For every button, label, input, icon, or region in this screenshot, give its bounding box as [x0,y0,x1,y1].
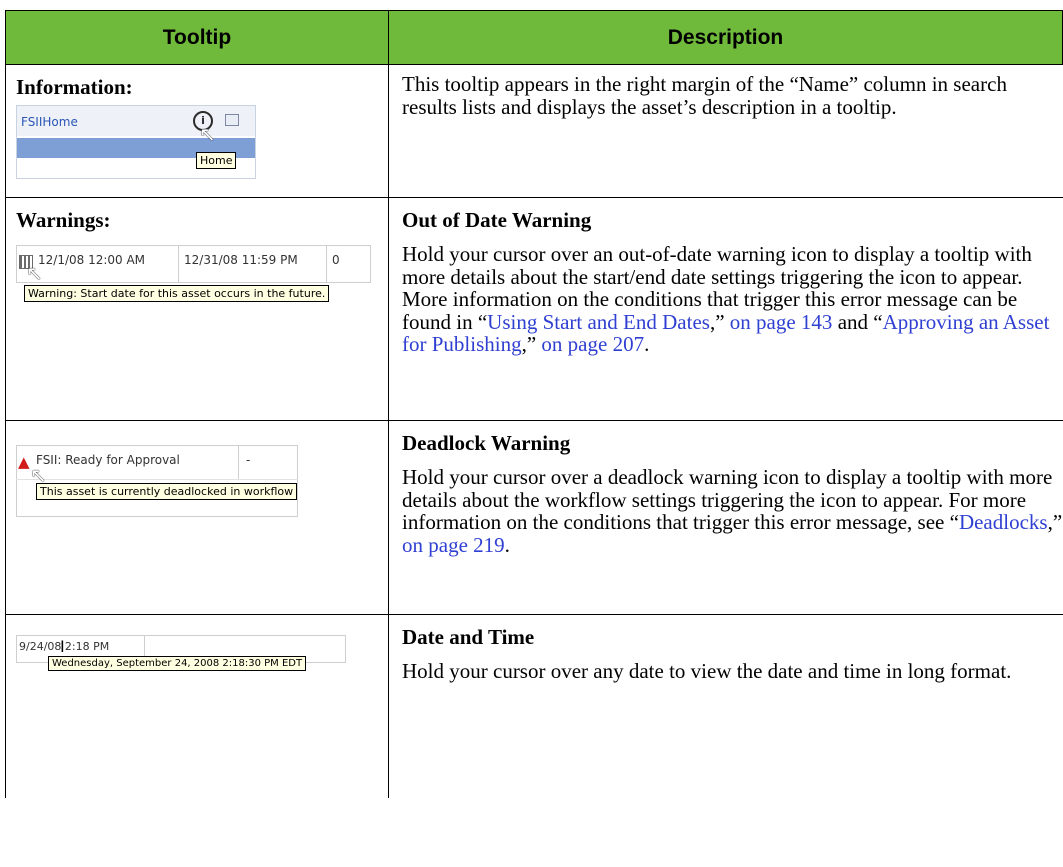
description-cell: Out of Date Warning Hold your cursor ove… [389,198,1063,420]
tooltip-table: Tooltip Description Information: FSIIHom… [5,10,1063,798]
cursor-icon: ↖ [199,122,216,146]
header-description: Description [667,25,784,49]
tooltip-popup: Wednesday, September 24, 2008 2:18:30 PM… [48,656,307,671]
description-title: Date and Time [402,625,535,649]
description-cell: Date and Time Hold your cursor over any … [389,615,1063,798]
text-cursor-icon: I [60,637,65,656]
tooltip-cell: Information: FSIIHome i ↖ Home [6,65,389,197]
row-label: Information: [16,75,133,99]
description-text: Hold your cursor over an out-of-date war… [402,242,1050,356]
tooltip-popup: This asset is currently deadlocked in wo… [36,483,298,500]
deadlock-tooltip-screenshot: ▲ FSII: Ready for Approval - ↖ This asse… [16,441,316,517]
dash-value: - [246,453,251,467]
tooltip-popup: Home [196,152,237,169]
end-date-value: 12/31/08 11:59 PM [184,253,298,267]
link-page-143[interactable]: on page 143 [730,310,833,334]
asset-name-link: FSIIHome [21,115,78,129]
description-title: Deadlock Warning [402,431,571,455]
details-icon [225,114,239,126]
information-tooltip-screenshot: FSIIHome i ↖ Home [16,105,256,179]
count-value: 0 [332,253,340,267]
description-text: Hold your cursor over any date to view t… [402,659,1012,683]
tooltip-cell: ▲ FSII: Ready for Approval - ↖ This asse… [6,421,389,614]
row-label: Warnings: [16,208,111,232]
out-of-date-tooltip-screenshot: 12/1/08 12:00 AM 12/31/08 11:59 PM 0 ↖ W… [16,245,374,315]
table-header: Tooltip Description [5,10,1063,64]
link-deadlocks[interactable]: Deadlocks [959,510,1048,534]
link-page-207[interactable]: on page 207 [541,332,644,356]
deadlock-warning-icon: ▲ [18,453,30,471]
table-row: Information: FSIIHome i ↖ Home This tool… [5,64,1063,197]
tooltip-cell: Warnings: 12/1/08 12:00 AM 12/31/08 11:5… [6,198,389,420]
cursor-icon: ↖ [26,261,43,285]
link-using-start-end-dates[interactable]: Using Start and End Dates [487,310,710,334]
description-text: This tooltip appears in the right margin… [402,72,1007,119]
table-row: Warnings: 12/1/08 12:00 AM 12/31/08 11:5… [5,197,1063,420]
table-row: ▲ FSII: Ready for Approval - ↖ This asse… [5,420,1063,614]
start-date-value: 12/1/08 12:00 AM [38,253,146,267]
description-text: Hold your cursor over a deadlock warning… [402,465,1063,557]
link-page-219[interactable]: on page 219 [402,533,505,557]
tooltip-cell: 9/24/08 2:18 PM I Wednesday, September 2… [6,615,389,798]
table-row: 9/24/08 2:18 PM I Wednesday, September 2… [5,614,1063,798]
description-title: Out of Date Warning [402,208,592,232]
tooltip-popup: Warning: Start date for this asset occur… [24,285,330,302]
description-cell: This tooltip appears in the right margin… [389,65,1063,197]
workflow-status-value: FSII: Ready for Approval [36,453,180,467]
date-time-tooltip-screenshot: 9/24/08 2:18 PM I Wednesday, September 2… [16,635,346,685]
header-tooltip: Tooltip [6,11,389,64]
description-cell: Deadlock Warning Hold your cursor over a… [389,421,1063,614]
